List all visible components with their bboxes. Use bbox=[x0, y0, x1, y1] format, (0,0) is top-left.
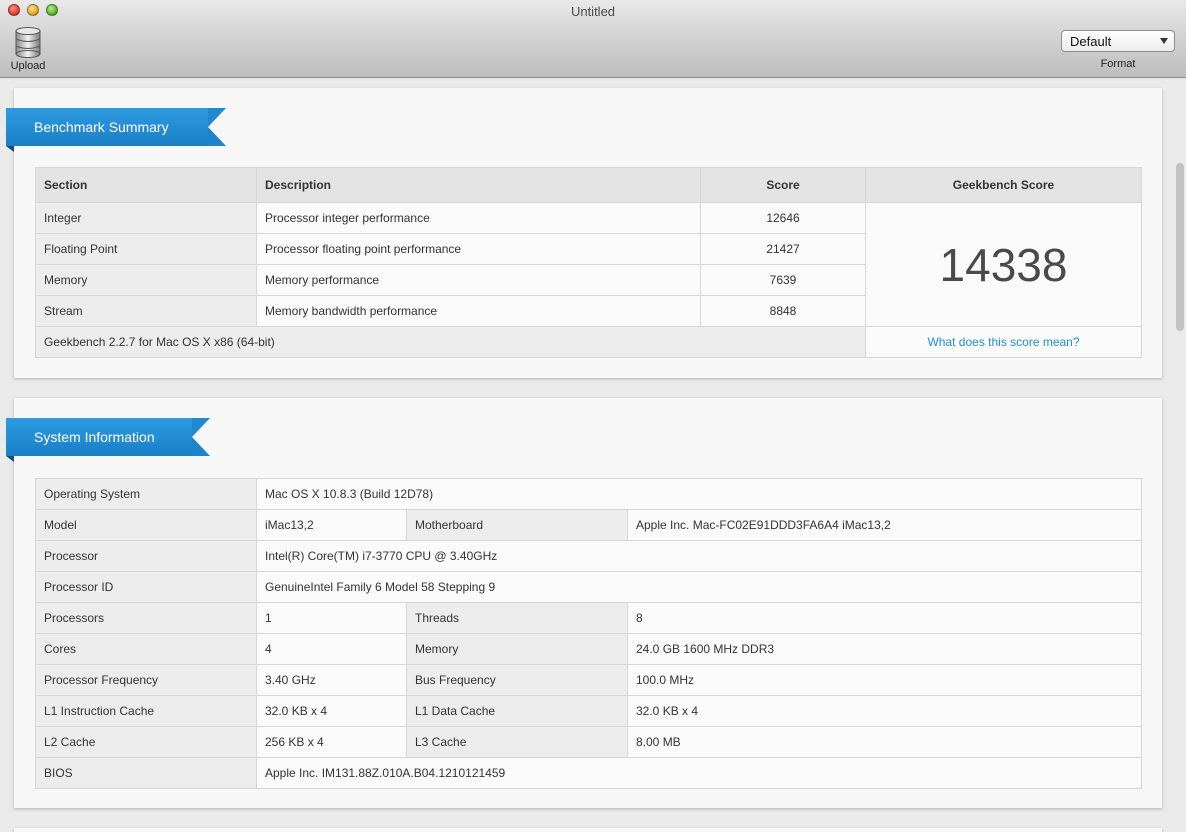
dropdown-arrow-icon bbox=[1160, 38, 1168, 44]
format-select[interactable]: Default bbox=[1061, 30, 1175, 52]
vertical-scrollbar[interactable] bbox=[1176, 163, 1184, 331]
processors-label: Processors bbox=[35, 602, 257, 634]
row-score: 8848 bbox=[700, 295, 866, 327]
window-toolbar: Untitled Upload Default Format bbox=[0, 0, 1186, 78]
motherboard-label: Motherboard bbox=[406, 509, 628, 541]
cores-value: 4 bbox=[256, 633, 407, 665]
col-header-geekbench-score: Geekbench Score bbox=[865, 167, 1142, 203]
geekbench-version: Geekbench 2.2.7 for Mac OS X x86 (64-bit… bbox=[35, 326, 866, 358]
row-section: Floating Point bbox=[35, 233, 257, 265]
table-row: Operating System Mac OS X 10.8.3 (Build … bbox=[35, 478, 1143, 510]
next-panel bbox=[14, 828, 1162, 832]
row-score: 7639 bbox=[700, 264, 866, 296]
row-description: Memory bandwidth performance bbox=[256, 295, 701, 327]
row-section: Integer bbox=[35, 202, 257, 234]
col-header-description: Description bbox=[256, 167, 701, 203]
format-select-value: Default bbox=[1070, 34, 1112, 49]
system-information-panel: System Information Operating System Mac … bbox=[6, 398, 1162, 808]
geekbench-total-score: 14338 bbox=[865, 202, 1142, 327]
memory-value: 24.0 GB 1600 MHz DDR3 bbox=[626, 633, 1143, 665]
l1-instruction-cache-value: 32.0 KB x 4 bbox=[256, 695, 407, 727]
row-description: Memory performance bbox=[256, 264, 701, 296]
bus-frequency-value: 100.0 MHz bbox=[626, 664, 1143, 696]
row-section: Stream bbox=[35, 295, 257, 327]
l3-cache-value: 8.00 MB bbox=[626, 726, 1143, 758]
table-row: Integer Processor integer performance 12… bbox=[35, 202, 1142, 327]
table-row: Cores 4 Memory 24.0 GB 1600 MHz DDR3 bbox=[35, 633, 1143, 665]
cores-label: Cores bbox=[35, 633, 257, 665]
table-row: Processor Frequency 3.40 GHz Bus Frequen… bbox=[35, 664, 1143, 696]
row-section: Memory bbox=[35, 264, 257, 296]
processor-id-label: Processor ID bbox=[35, 571, 257, 603]
bios-value: Apple Inc. IM131.88Z.010A.B04.1210121459 bbox=[255, 757, 1143, 789]
row-score: 12646 bbox=[700, 202, 866, 234]
os-value: Mac OS X 10.8.3 (Build 12D78) bbox=[255, 478, 1143, 510]
table-footer-row: Geekbench 2.2.7 for Mac OS X x86 (64-bit… bbox=[35, 326, 1142, 358]
model-value: iMac13,2 bbox=[256, 509, 407, 541]
table-row: Processor ID GenuineIntel Family 6 Model… bbox=[35, 571, 1143, 603]
processors-value: 1 bbox=[256, 602, 407, 634]
score-meaning-link[interactable]: What does this score mean? bbox=[865, 326, 1142, 358]
l1-instruction-cache-label: L1 Instruction Cache bbox=[35, 695, 257, 727]
report-scroll-area[interactable]: Benchmark Summary Section Description Sc… bbox=[0, 79, 1186, 832]
l1-data-cache-label: L1 Data Cache bbox=[406, 695, 628, 727]
section-heading: Benchmark Summary bbox=[6, 108, 226, 152]
benchmark-summary-panel: Benchmark Summary Section Description Sc… bbox=[6, 88, 1162, 378]
bios-label: BIOS bbox=[35, 757, 257, 789]
bus-frequency-label: Bus Frequency bbox=[406, 664, 628, 696]
table-row: Processor Intel(R) Core(TM) i7-3770 CPU … bbox=[35, 540, 1143, 572]
processor-value: Intel(R) Core(TM) i7-3770 CPU @ 3.40GHz bbox=[255, 540, 1143, 572]
model-label: Model bbox=[35, 509, 257, 541]
os-label: Operating System bbox=[35, 478, 257, 510]
table-row: L2 Cache 256 KB x 4 L3 Cache 8.00 MB bbox=[35, 726, 1143, 758]
l2-cache-value: 256 KB x 4 bbox=[256, 726, 407, 758]
processor-label: Processor bbox=[35, 540, 257, 572]
processor-id-value: GenuineIntel Family 6 Model 58 Stepping … bbox=[255, 571, 1143, 603]
l1-data-cache-value: 32.0 KB x 4 bbox=[626, 695, 1143, 727]
database-icon bbox=[15, 27, 41, 58]
section-heading: System Information bbox=[6, 418, 210, 462]
window-title: Untitled bbox=[570, 4, 616, 19]
upload-label: Upload bbox=[10, 60, 46, 72]
row-score: 21427 bbox=[700, 233, 866, 265]
table-row: BIOS Apple Inc. IM131.88Z.010A.B04.12101… bbox=[35, 757, 1143, 789]
row-description: Processor floating point performance bbox=[256, 233, 701, 265]
threads-value: 8 bbox=[626, 602, 1143, 634]
l3-cache-label: L3 Cache bbox=[406, 726, 628, 758]
col-header-section: Section bbox=[35, 167, 257, 203]
threads-label: Threads bbox=[406, 602, 628, 634]
processor-frequency-label: Processor Frequency bbox=[35, 664, 257, 696]
table-header-row: Section Description Score Geekbench Scor… bbox=[35, 167, 1142, 203]
system-info-table: Operating System Mac OS X 10.8.3 (Build … bbox=[35, 478, 1143, 789]
format-label: Format bbox=[1100, 58, 1136, 70]
upload-button[interactable]: Upload bbox=[6, 26, 50, 74]
app-window: Untitled Upload Default Format Benchmark… bbox=[0, 0, 1186, 832]
memory-label: Memory bbox=[406, 633, 628, 665]
benchmark-table: Section Description Score Geekbench Scor… bbox=[35, 167, 1142, 358]
row-description: Processor integer performance bbox=[256, 202, 701, 234]
l2-cache-label: L2 Cache bbox=[35, 726, 257, 758]
col-header-score: Score bbox=[700, 167, 866, 203]
processor-frequency-value: 3.40 GHz bbox=[256, 664, 407, 696]
motherboard-value: Apple Inc. Mac-FC02E91DDD3FA6A4 iMac13,2 bbox=[626, 509, 1143, 541]
table-row: Processors 1 Threads 8 bbox=[35, 602, 1143, 634]
table-row: Model iMac13,2 Motherboard Apple Inc. Ma… bbox=[35, 509, 1143, 541]
table-row: L1 Instruction Cache 32.0 KB x 4 L1 Data… bbox=[35, 695, 1143, 727]
